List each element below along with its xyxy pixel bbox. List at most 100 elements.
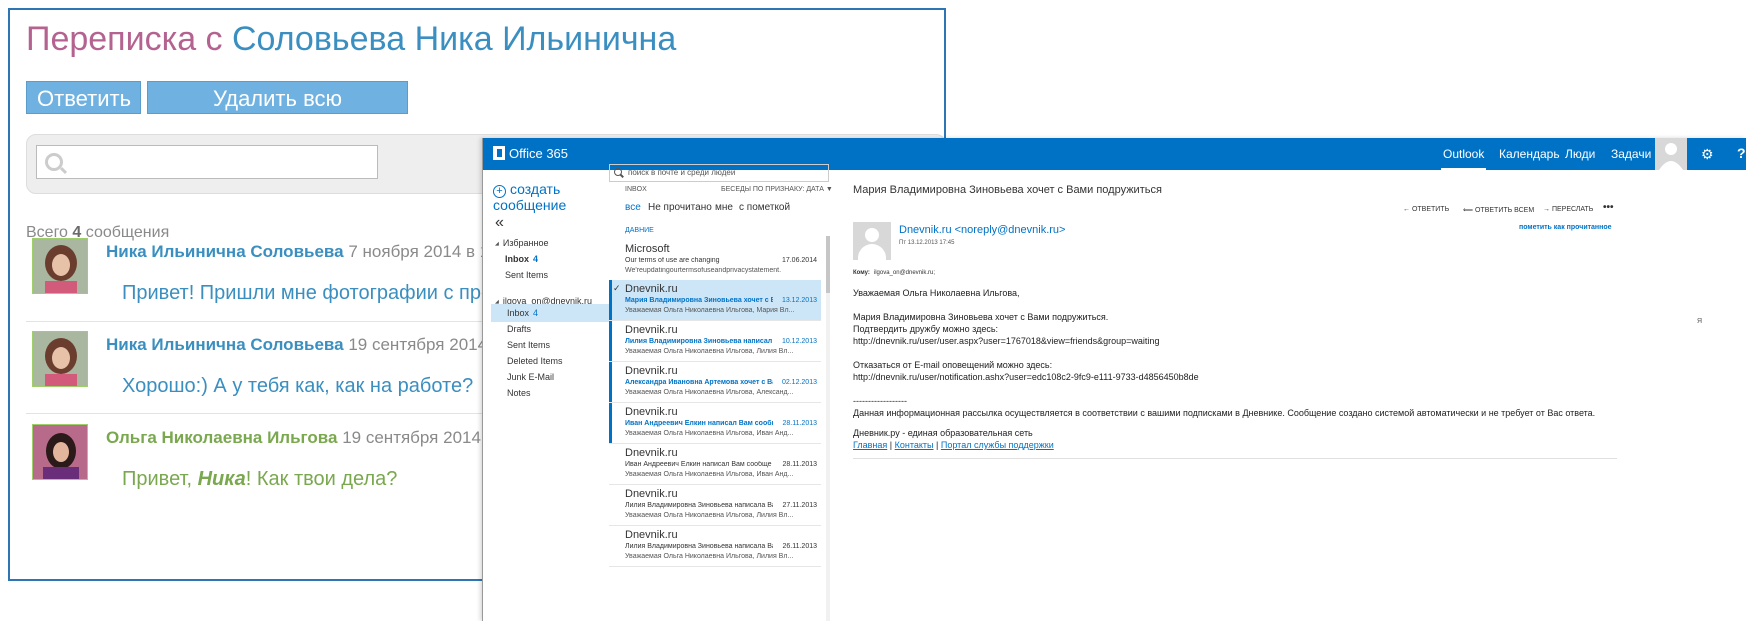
body-line: Дневник.ру - единая образовательная сеть — [853, 428, 1033, 438]
recipient-value: ilgova_on@dnevnik.ru; — [873, 270, 936, 276]
avatar[interactable] — [32, 424, 88, 480]
new-message-label-line2: сообщение — [493, 197, 567, 213]
favorites-inbox[interactable]: Inbox 4 — [505, 254, 538, 264]
mail-subject: Лилия Владимировна Зиновьева написала Ва… — [625, 543, 773, 550]
link-contacts[interactable]: Контакты — [895, 440, 934, 450]
user-avatar-placeholder-icon — [1659, 143, 1683, 170]
nav-outlook[interactable]: Outlook — [1440, 138, 1487, 170]
message-author[interactable]: Ольга Николаевна Ильгова — [106, 428, 337, 447]
body-url[interactable]: http://dnevnik.ru/user/notification.ashx… — [853, 372, 1199, 382]
office365-window: Office 365 Outlook Календарь Люди Задачи… — [482, 138, 1746, 621]
unread-count: 4 — [533, 254, 539, 264]
user-avatar[interactable] — [1655, 138, 1687, 170]
list-scrollbar-track[interactable] — [826, 236, 830, 621]
sender-avatar — [853, 222, 891, 260]
delete-all-button[interactable]: Удалить всю переписку — [147, 81, 408, 144]
page-title-contact-name[interactable]: Соловьева Ника Ильинична — [232, 20, 676, 58]
mail-list-item[interactable]: Dnevnik.ru Лилия Владимировна Зиновьева … — [609, 526, 821, 567]
group-header-older: ДАВНИЕ — [625, 227, 654, 234]
mail-preview: Уважаемая Ольга Николаевна Ильгова, Мари… — [625, 307, 795, 314]
link-separator: | — [889, 440, 893, 450]
mail-preview: We'reupdatingourtermsofuseandprivacystat… — [625, 267, 782, 274]
more-actions-icon[interactable]: ••• — [1603, 202, 1614, 213]
mail-from: Microsoft — [625, 243, 670, 255]
brand-label: Office 365 — [509, 146, 569, 161]
mail-subject: Иван Андреевич Елкин написал Вам сообще — [625, 461, 772, 468]
avatar[interactable] — [32, 331, 88, 387]
link-support[interactable]: Портал службы поддержки — [941, 440, 1054, 450]
unread-indicator — [609, 403, 612, 443]
nav-calendar[interactable]: Календарь — [1499, 138, 1560, 170]
mail-list-item[interactable]: Dnevnik.ru Лилия Владимировна Зиновьева … — [609, 485, 821, 526]
message-text-name: Ника — [197, 468, 246, 490]
mail-list-item-selected[interactable]: ✓ Dnevnik.ru Мария Владимировна Зиновьев… — [609, 280, 821, 321]
new-message-label-line1: создать — [510, 181, 561, 197]
filter-flagged[interactable]: с пометкой — [739, 202, 790, 213]
folder-sent-items[interactable]: Sent Items — [507, 340, 550, 350]
folder-drafts[interactable]: Drafts — [507, 324, 531, 334]
new-message-button[interactable]: + создать сообщение — [493, 182, 566, 212]
mail-list-item[interactable]: Dnevnik.ru Александра Ивановна Артемова … — [609, 362, 821, 403]
recipient-me: Я — [1697, 318, 1703, 325]
mail-preview: Уважаемая Ольга Николаевна Ильгова, Алек… — [625, 389, 794, 396]
favorites-sent-items[interactable]: Sent Items — [505, 270, 548, 280]
link-home[interactable]: Главная — [853, 440, 887, 450]
sender-address[interactable]: Dnevnik.ru <noreply@dnevnik.ru> — [899, 224, 1065, 236]
help-icon[interactable]: ? — [1737, 145, 1746, 161]
avatar-photo — [33, 239, 87, 293]
mail-from: Dnevnik.ru — [625, 529, 678, 541]
forward-action[interactable]: → ПЕРЕСЛАТЬ — [1543, 206, 1593, 213]
page-title: Переписка с Соловьева Ника Ильинична — [26, 20, 676, 59]
body-url[interactable]: http://dnevnik.ru/user/user.aspx?user=17… — [853, 336, 1159, 346]
message-text: Хорошо:) А у тебя как, как на работе? — [122, 375, 474, 397]
filter-to-me[interactable]: мне — [715, 202, 733, 213]
reply-action[interactable]: ← ОТВЕТИТЬ — [1403, 206, 1449, 213]
message-text-part: ! Как твои дела? — [245, 468, 398, 490]
mark-as-read-link[interactable]: пометить как прочитанное — [1519, 224, 1612, 231]
inbox-label: INBOX — [625, 186, 647, 193]
folder-junk-email[interactable]: Junk E-Mail — [507, 372, 554, 382]
reading-bottom-divider — [853, 458, 1617, 459]
sort-dropdown[interactable]: БЕСЕДЫ ПО ПРИЗНАКУ: ДАТА ▼ — [721, 186, 833, 193]
avatar-photo — [33, 425, 87, 479]
message-header: Ольга Николаевна Ильгова 19 сентября 201… — [106, 428, 533, 448]
message-count-suffix: сообщения — [85, 224, 170, 241]
folder-label: Inbox — [505, 254, 529, 264]
mail-date: 13.12.2013 — [781, 297, 817, 304]
mail-list-item[interactable]: Dnevnik.ru Иван Андреевич Елкин написал … — [609, 403, 821, 444]
message-header: Ника Ильинична Соловьева 19 сентября 201… — [106, 335, 539, 355]
message-author[interactable]: Ника Ильинична Соловьева — [106, 242, 344, 261]
mail-from: Dnevnik.ru — [625, 283, 678, 295]
collapse-pane-icon[interactable]: « — [495, 214, 504, 232]
folder-inbox[interactable]: Inbox 4 — [507, 308, 538, 318]
unread-indicator — [609, 362, 612, 402]
reply-all-action[interactable]: ⟸ ОТВЕТИТЬ ВСЕМ — [1463, 206, 1534, 214]
folder-notes[interactable]: Notes — [507, 388, 531, 398]
mail-preview: Уважаемая Ольга Николаевна Ильгова, Иван… — [625, 430, 794, 437]
avatar-photo — [33, 332, 87, 386]
mail-search-input[interactable]: поиск в почте и среди людей — [609, 164, 829, 182]
mail-list-item[interactable]: Dnevnik.ru Иван Андреевич Елкин написал … — [609, 444, 821, 485]
mail-list-item[interactable]: Microsoft Our terms of use are changing … — [609, 240, 821, 281]
reply-button[interactable]: Ответить — [26, 81, 141, 114]
search-icon — [614, 168, 622, 176]
folder-label: Inbox — [507, 308, 530, 318]
filter-all[interactable]: все — [625, 202, 641, 213]
gear-icon[interactable]: ⚙ — [1701, 146, 1714, 163]
message-author[interactable]: Ника Ильинична Соловьева — [106, 335, 344, 354]
list-scrollbar-thumb[interactable] — [826, 236, 830, 293]
mail-preview: Уважаемая Ольга Николаевна Ильгова, Лили… — [625, 553, 794, 560]
checkmark-icon[interactable]: ✓ — [613, 283, 621, 294]
avatar[interactable] — [32, 238, 88, 294]
office365-brand[interactable]: Office 365 — [493, 145, 568, 163]
mail-date: 28.11.2013 — [782, 420, 817, 427]
mail-date: 26.11.2013 — [782, 543, 817, 550]
mail-subject: Лилия Владимировна Зиновьева написал — [625, 338, 773, 345]
mail-list-item[interactable]: Dnevnik.ru Лилия Владимировна Зиновьева … — [609, 321, 821, 362]
favorites-header[interactable]: Избранное — [495, 238, 549, 248]
nav-people[interactable]: Люди — [1565, 138, 1595, 170]
search-input[interactable] — [36, 145, 378, 179]
filter-unread[interactable]: Не прочитано — [648, 202, 712, 213]
nav-tasks[interactable]: Задачи — [1611, 138, 1651, 170]
folder-deleted-items[interactable]: Deleted Items — [507, 356, 563, 366]
